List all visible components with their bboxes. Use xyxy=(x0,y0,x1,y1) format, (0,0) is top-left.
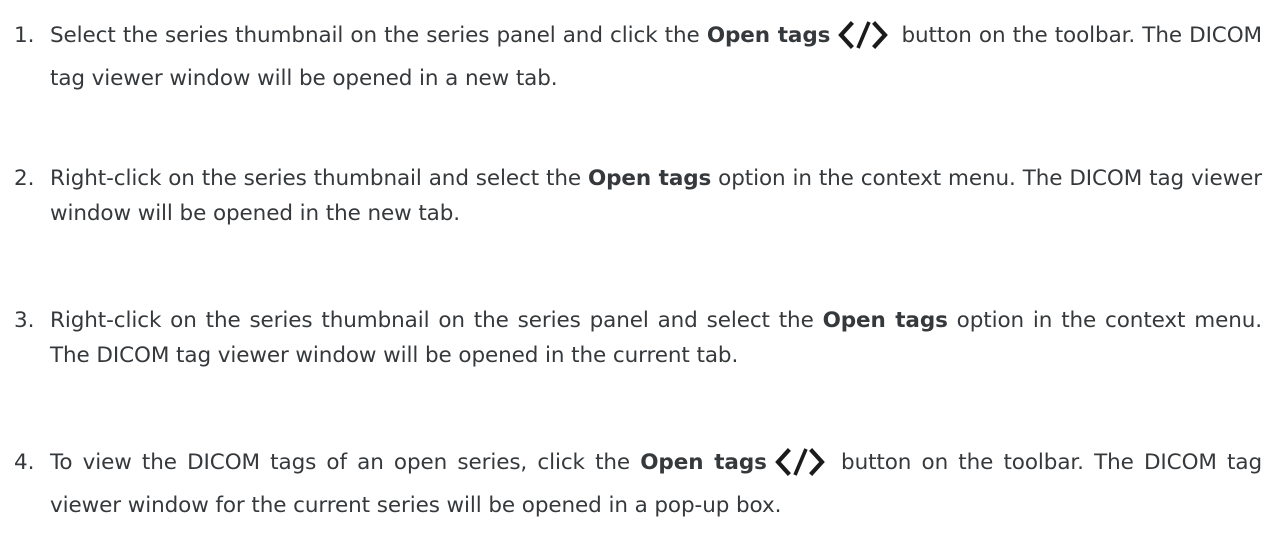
step-number: 1. xyxy=(14,23,35,48)
step-text: To view the DICOM tags of an open series… xyxy=(50,445,1262,523)
code-tag-icon xyxy=(774,447,825,488)
step-text-before: Right-click on the series thumbnail on t… xyxy=(50,308,823,333)
step-text: Right-click on the series thumbnail and … xyxy=(50,161,1262,231)
open-tags-label: Open tags xyxy=(640,450,767,475)
open-tags-label: Open tags xyxy=(822,308,948,333)
open-tags-label: Open tags xyxy=(587,166,712,191)
step-text-before: Select the series thumbnail on the serie… xyxy=(50,23,707,48)
open-tags-label: Open tags xyxy=(706,23,831,48)
list-item: 3. Right-click on the series thumbnail o… xyxy=(14,303,1262,373)
list-item: 4. To view the DICOM tags of an open ser… xyxy=(14,445,1262,523)
step-text-before: Right-click on the series thumbnail and … xyxy=(50,166,588,191)
list-item: 1. Select the series thumbnail on the se… xyxy=(14,18,1262,96)
code-tag-icon xyxy=(838,20,889,61)
step-text: Right-click on the series thumbnail on t… xyxy=(50,303,1262,373)
step-number: 3. xyxy=(14,308,35,333)
list-item: 2. Right-click on the series thumbnail a… xyxy=(14,161,1262,231)
step-number: 4. xyxy=(14,450,35,475)
step-text-before: To view the DICOM tags of an open series… xyxy=(50,450,641,475)
step-number: 2. xyxy=(14,166,35,191)
step-text: Select the series thumbnail on the serie… xyxy=(50,18,1262,96)
